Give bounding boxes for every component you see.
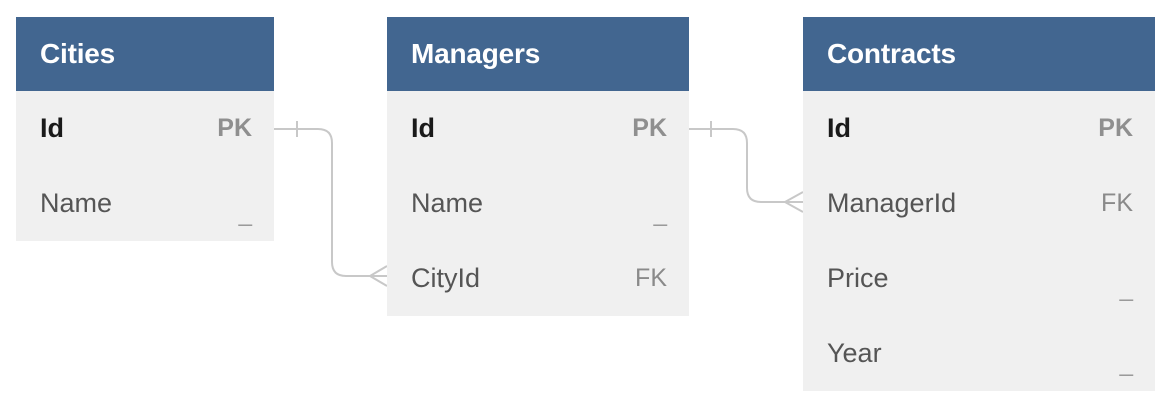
table-cities[interactable]: Cities Id PK Name _ (16, 17, 274, 241)
relationship-cities-managers (274, 121, 388, 287)
field-name: CityId (411, 263, 481, 293)
table-row-year: Year _ (803, 316, 1155, 391)
table-title: Cities (16, 17, 274, 91)
table-title: Managers (387, 17, 689, 91)
field-name: Price (827, 263, 889, 293)
table-row-id: Id PK (16, 91, 274, 166)
field-key: _ (1119, 349, 1133, 377)
field-key: _ (653, 199, 667, 227)
field-key: PK (632, 114, 667, 142)
table-row-name: Name _ (387, 166, 689, 241)
field-name: Id (411, 113, 435, 143)
field-name: Id (827, 113, 851, 143)
table-title: Contracts (803, 17, 1155, 91)
field-name: Year (827, 338, 882, 368)
field-key: FK (635, 264, 667, 292)
field-key: FK (1101, 189, 1133, 217)
table-row-price: Price _ (803, 241, 1155, 316)
field-name: Id (40, 113, 64, 143)
field-name: ManagerId (827, 188, 957, 218)
field-key: PK (1098, 114, 1133, 142)
table-row-cityid: CityId FK (387, 241, 689, 316)
many-crowfoot-icon (368, 265, 388, 287)
table-contracts[interactable]: Contracts Id PK ManagerId FK Price _ Yea… (803, 17, 1155, 391)
table-row-managerid: ManagerId FK (803, 166, 1155, 241)
table-row-id: Id PK (803, 91, 1155, 166)
table-row-id: Id PK (387, 91, 689, 166)
er-diagram: Cities Id PK Name _ Managers Id PK Name … (0, 0, 1170, 412)
field-key: PK (217, 114, 252, 142)
field-name: Name (411, 188, 484, 218)
relationship-managers-contracts (689, 121, 804, 213)
table-managers[interactable]: Managers Id PK Name _ CityId FK (387, 17, 689, 316)
field-key: _ (1119, 274, 1133, 302)
many-crowfoot-icon (782, 191, 804, 213)
field-name: Name (40, 188, 113, 218)
table-row-name: Name _ (16, 166, 274, 241)
field-key: _ (238, 199, 252, 227)
